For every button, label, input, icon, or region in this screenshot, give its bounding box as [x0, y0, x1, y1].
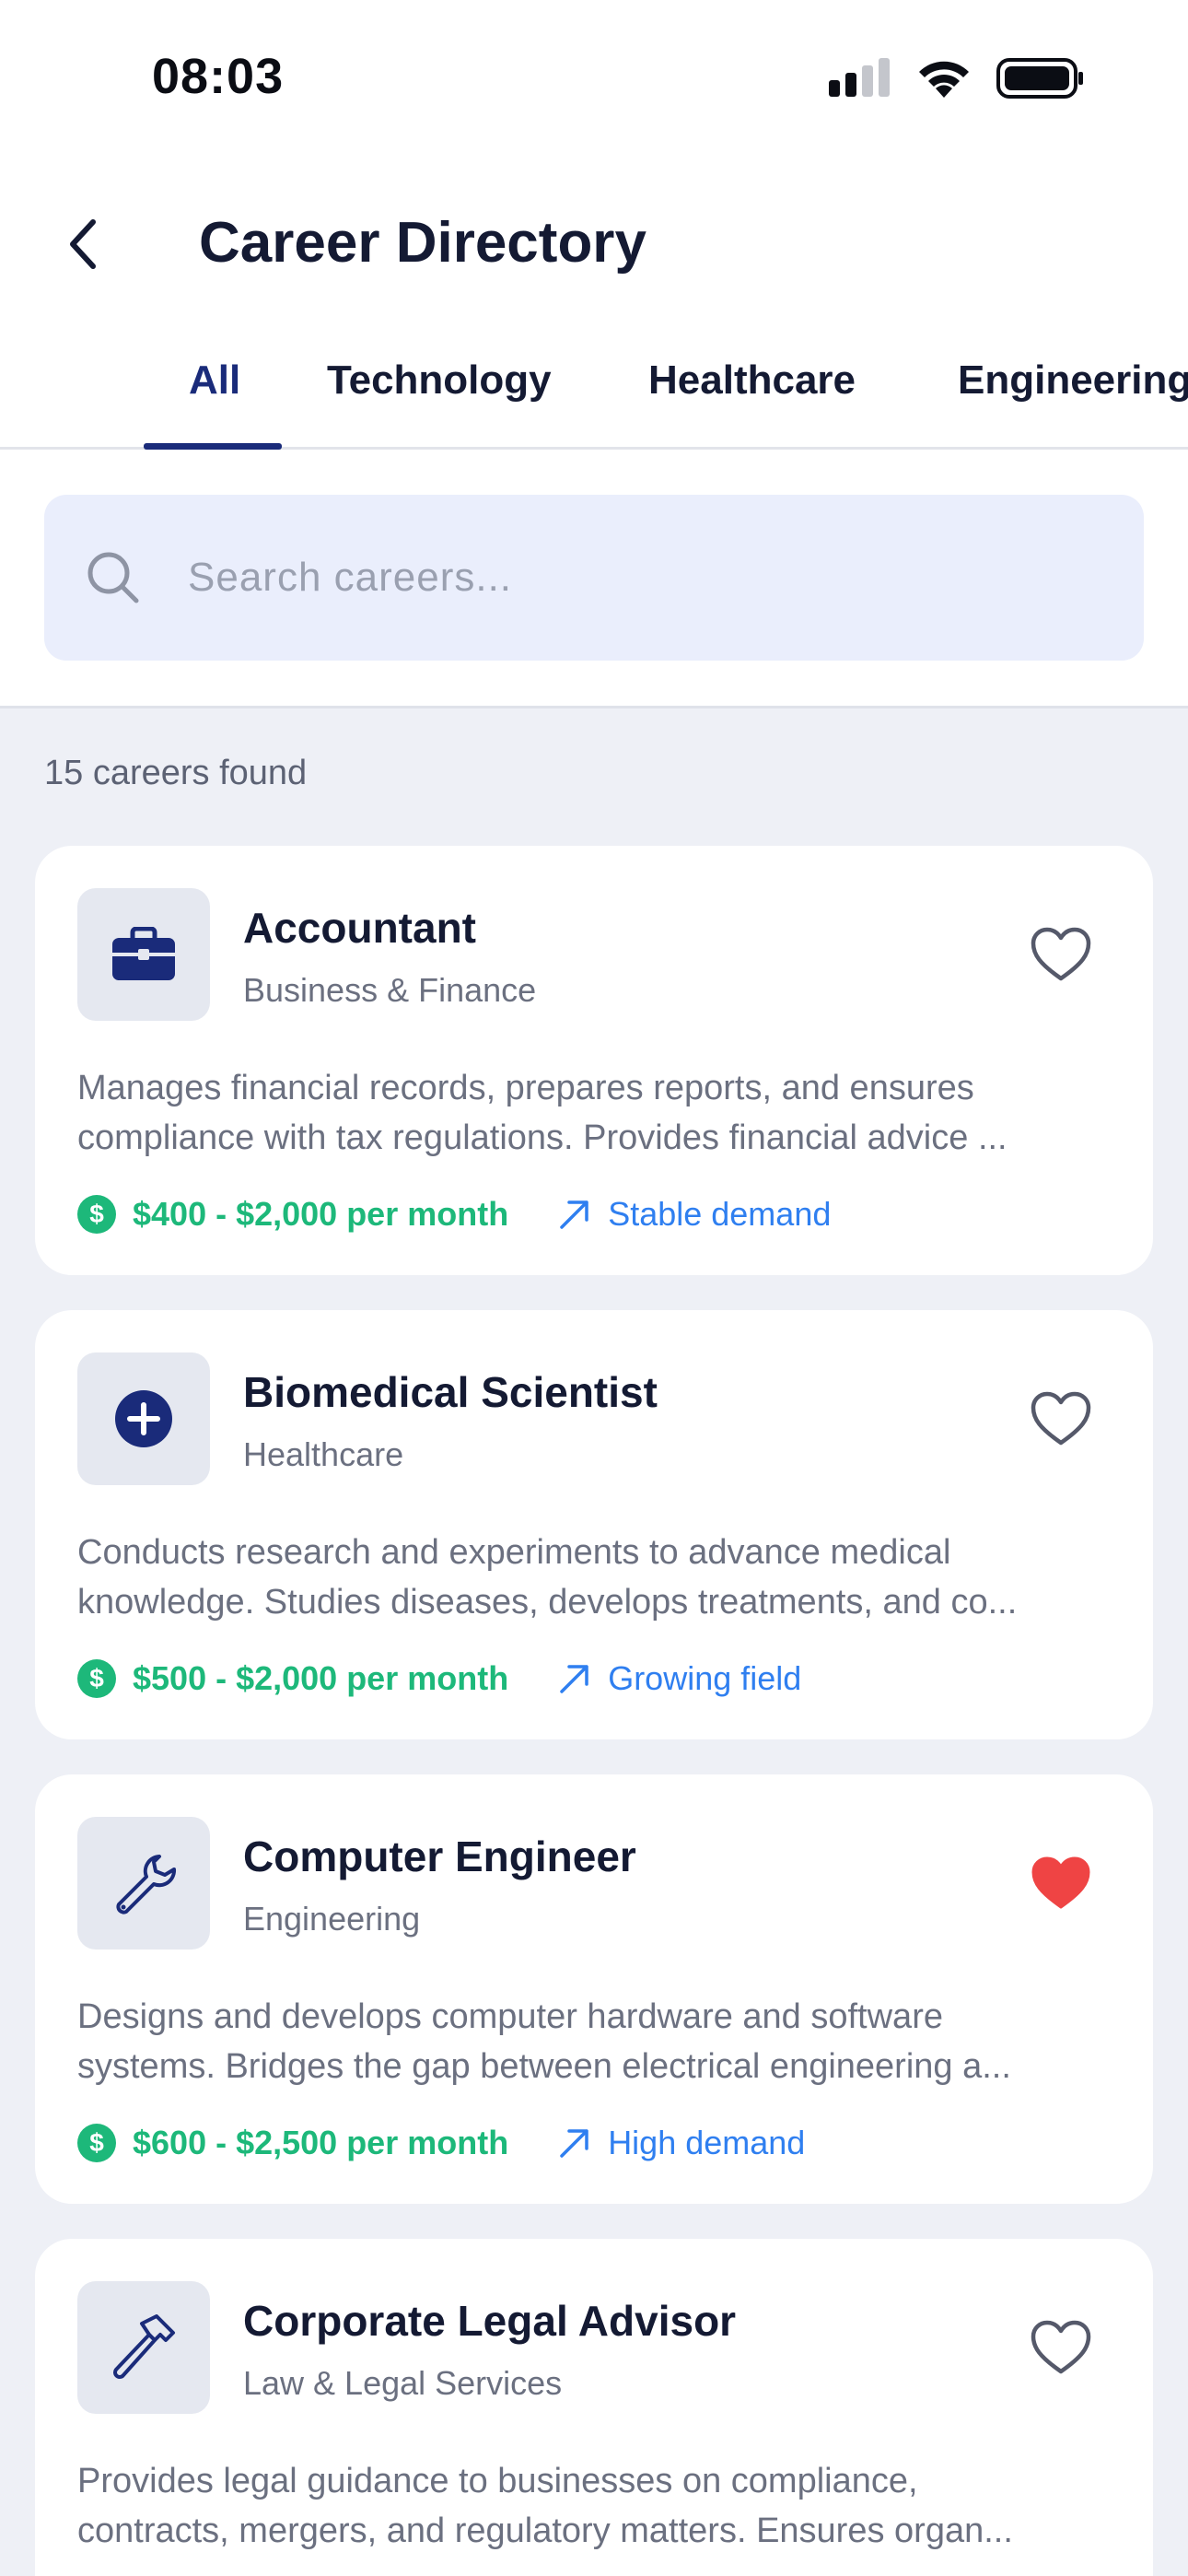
- salary-range: $600 - $2,500 per month: [133, 2124, 509, 2161]
- favorite-button[interactable]: [1028, 1850, 1094, 1916]
- heart-outline-icon: [1031, 2320, 1091, 2374]
- career-description-line: Designs and develops computer hardware a…: [77, 1997, 943, 2036]
- tab-healthcare[interactable]: Healthcare: [648, 341, 856, 447]
- dollar-icon: $: [77, 1195, 116, 1234]
- career-icon-box: [77, 888, 210, 1021]
- career-card-computer-engineer[interactable]: Computer Engineer Engineering Designs an…: [35, 1774, 1153, 2204]
- status-time: 08:03: [152, 49, 285, 104]
- tab-all[interactable]: All: [189, 341, 240, 447]
- category-tabs: All Technology Healthcare Engineering: [0, 341, 1188, 450]
- heart-filled-icon: [1031, 1856, 1090, 1909]
- career-description: Manages financial records, prepares repo…: [77, 1063, 1118, 1163]
- battery-icon: [996, 58, 1083, 99]
- career-description-line: Manages financial records, prepares repo…: [77, 1069, 974, 1107]
- heart-outline-icon: [1031, 927, 1091, 981]
- career-description-line: contracts, mergers, and regulatory matte…: [77, 2512, 1013, 2550]
- favorite-button[interactable]: [1028, 2314, 1094, 2381]
- career-category: Engineering: [243, 1900, 421, 1938]
- page-title: Career Directory: [199, 211, 646, 275]
- trend-arrow-icon: [560, 1200, 588, 1229]
- header: Career Directory: [0, 184, 1188, 304]
- hammer-icon: [113, 2314, 175, 2379]
- back-button[interactable]: [46, 207, 120, 281]
- career-title: Biomedical Scientist: [243, 1368, 658, 1416]
- career-title: Accountant: [243, 904, 476, 952]
- career-description-line: systems. Bridges the gap between electri…: [77, 2047, 1011, 2086]
- career-card-corporate-legal-advisor[interactable]: Corporate Legal Advisor Law & Legal Serv…: [35, 2239, 1153, 2576]
- career-icon-box: [77, 1352, 210, 1485]
- dollar-icon: $: [77, 2124, 116, 2162]
- career-icon-box: [77, 2281, 210, 2414]
- career-title: Computer Engineer: [243, 1832, 636, 1880]
- demand-label: Growing field: [608, 1659, 802, 1697]
- career-category: Business & Finance: [243, 971, 537, 1009]
- header-divider: [0, 706, 1188, 708]
- wifi-icon: [919, 61, 969, 98]
- career-title: Corporate Legal Advisor: [243, 2297, 737, 2345]
- career-category: Law & Legal Services: [243, 2364, 563, 2402]
- heart-outline-icon: [1031, 1391, 1091, 1446]
- chevron-left-icon: [70, 219, 96, 269]
- plus-circle-icon: [115, 1390, 172, 1447]
- tab-technology[interactable]: Technology: [327, 341, 552, 447]
- career-description-line: knowledge. Studies diseases, develops tr…: [77, 1583, 1018, 1622]
- favorite-button[interactable]: [1028, 1386, 1094, 1452]
- trend-arrow-icon: [560, 2129, 588, 2158]
- tab-engineering[interactable]: Engineering: [958, 341, 1188, 447]
- demand-label: High demand: [608, 2124, 806, 2161]
- trend-arrow-icon: [560, 1665, 588, 1693]
- search-icon: [87, 552, 139, 603]
- salary-range: $500 - $2,000 per month: [133, 1659, 509, 1697]
- career-category: Healthcare: [243, 1435, 404, 1473]
- dollar-icon: $: [77, 1659, 116, 1698]
- results-count: 15 careers found: [44, 754, 308, 792]
- favorite-button[interactable]: [1028, 921, 1094, 988]
- career-icon-box: [77, 1817, 210, 1950]
- cellular-signal-icon: [829, 58, 890, 97]
- salary-range: $400 - $2,000 per month: [133, 1195, 509, 1233]
- career-description-line: compliance with tax regulations. Provide…: [77, 1118, 1007, 1157]
- demand-label: Stable demand: [608, 1195, 832, 1233]
- status-icons: [827, 57, 1085, 100]
- career-meta: $ $600 - $2,500 per month High demand: [77, 2115, 805, 2171]
- briefcase-icon: [112, 927, 175, 980]
- career-card-biomedical-scientist[interactable]: Biomedical Scientist Healthcare Conducts…: [35, 1310, 1153, 1739]
- search-input[interactable]: Search careers...: [44, 495, 1144, 661]
- career-description-line: Conducts research and experiments to adv…: [77, 1533, 951, 1572]
- career-meta: $ $400 - $2,000 per month Stable demand: [77, 1187, 831, 1242]
- career-description: Conducts research and experiments to adv…: [77, 1528, 1118, 1627]
- career-description: Designs and develops computer hardware a…: [77, 1992, 1118, 2091]
- status-bar: 08:03: [0, 0, 1188, 157]
- career-card-accountant[interactable]: Accountant Business & Finance Manages fi…: [35, 846, 1153, 1275]
- wrench-icon: [116, 1855, 177, 1914]
- career-description: Provides legal guidance to businesses on…: [77, 2456, 1118, 2556]
- career-meta: $ $500 - $2,000 per month Growing field: [77, 1651, 801, 1706]
- active-tab-indicator: [144, 443, 282, 450]
- career-description-line: Provides legal guidance to businesses on…: [77, 2462, 918, 2500]
- search-placeholder: Search careers...: [188, 555, 513, 600]
